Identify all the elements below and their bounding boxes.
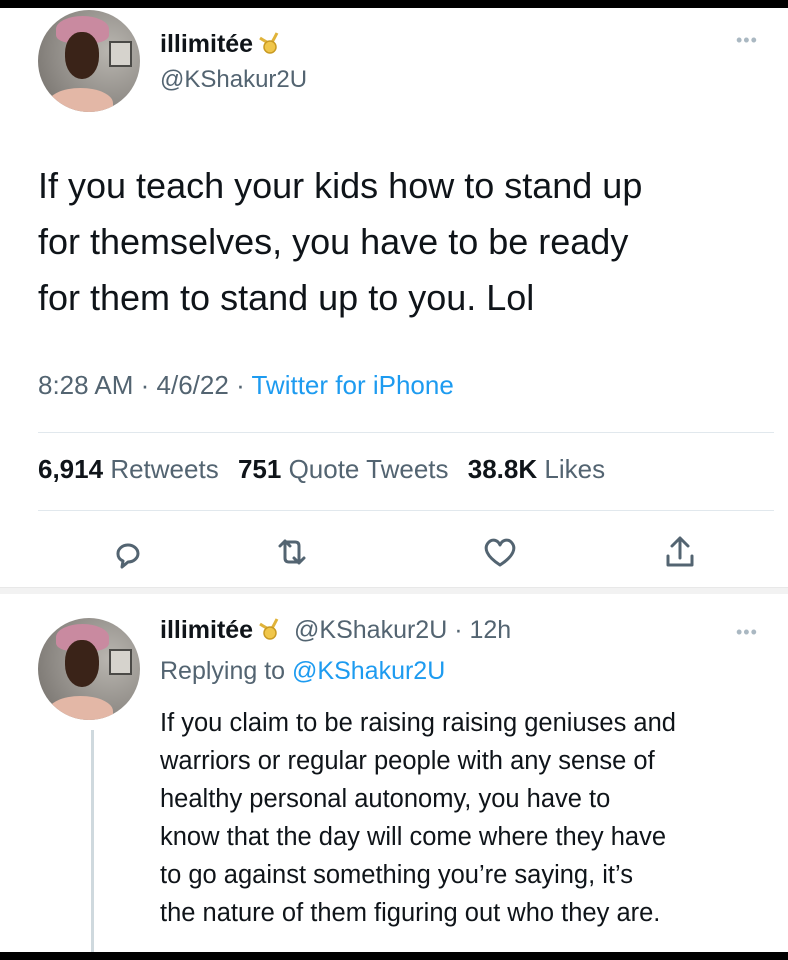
tweet-meta: 8:28 AM · 4/6/22 · Twitter for iPhone — [38, 370, 454, 400]
reply-header: illimitée @KShakur2U · 12h — [160, 616, 512, 644]
tweet-text-line: If you teach your kids how to stand up — [38, 165, 643, 206]
reply-text-line: If you claim to be raising raising geniu… — [160, 709, 676, 737]
more-icon[interactable]: ••• — [736, 30, 758, 51]
reply-text-line: healthy personal autonomy, you have to — [160, 785, 611, 813]
more-icon[interactable]: ••• — [736, 622, 758, 643]
tweet-actions — [0, 530, 788, 580]
share-icon[interactable] — [658, 530, 702, 574]
top-border — [0, 0, 788, 8]
divider — [38, 510, 774, 511]
author-handle[interactable]: @KShakur2U — [160, 66, 307, 94]
reply-age[interactable]: 12h — [470, 616, 512, 644]
reply-text-line: to go against something you’re saying, i… — [160, 861, 633, 889]
retweet-icon[interactable] — [270, 530, 314, 574]
bottom-border — [0, 952, 788, 960]
like-icon[interactable] — [478, 530, 522, 574]
section-separator — [0, 587, 788, 594]
replying-to-link[interactable]: @KShakur2U — [292, 657, 445, 685]
medal-icon — [259, 618, 279, 640]
reply-author-name[interactable]: illimitée — [160, 616, 253, 644]
reply-text: If you claim to be raising raising geniu… — [160, 704, 780, 932]
tweet-text-line: for them to stand up to you. Lol — [38, 277, 535, 318]
tweet-time[interactable]: 8:28 AM — [38, 370, 133, 400]
likes-stat[interactable]: 38.8K Likes — [468, 454, 605, 484]
avatar[interactable] — [38, 618, 140, 720]
retweets-stat[interactable]: 6,914 Retweets — [38, 454, 219, 484]
avatar[interactable] — [38, 10, 140, 112]
tweet-stats: 6,914 Retweets 751 Quote Tweets 38.8K Li… — [38, 454, 605, 485]
reply-author-handle[interactable]: @KShakur2U — [294, 616, 447, 644]
thread-line — [91, 730, 94, 952]
reply-text-line: the nature of them figuring out who they… — [160, 899, 661, 927]
replying-to: Replying to @KShakur2U — [160, 657, 446, 685]
reply-text-line: warriors or regular people with any sens… — [160, 747, 655, 775]
tweet-text: If you teach your kids how to stand up f… — [38, 158, 758, 326]
medal-icon — [259, 32, 279, 54]
reply-icon[interactable] — [106, 530, 150, 574]
tweet-date[interactable]: 4/6/22 — [157, 370, 229, 400]
tweet-text-line: for themselves, you have to be ready — [38, 221, 629, 262]
quotes-stat[interactable]: 751 Quote Tweets — [238, 454, 449, 484]
divider — [38, 432, 774, 433]
author-name[interactable]: illimitée — [160, 30, 283, 59]
tweet-source[interactable]: Twitter for iPhone — [251, 370, 453, 400]
reply-text-line: know that the day will come where they h… — [160, 823, 667, 851]
